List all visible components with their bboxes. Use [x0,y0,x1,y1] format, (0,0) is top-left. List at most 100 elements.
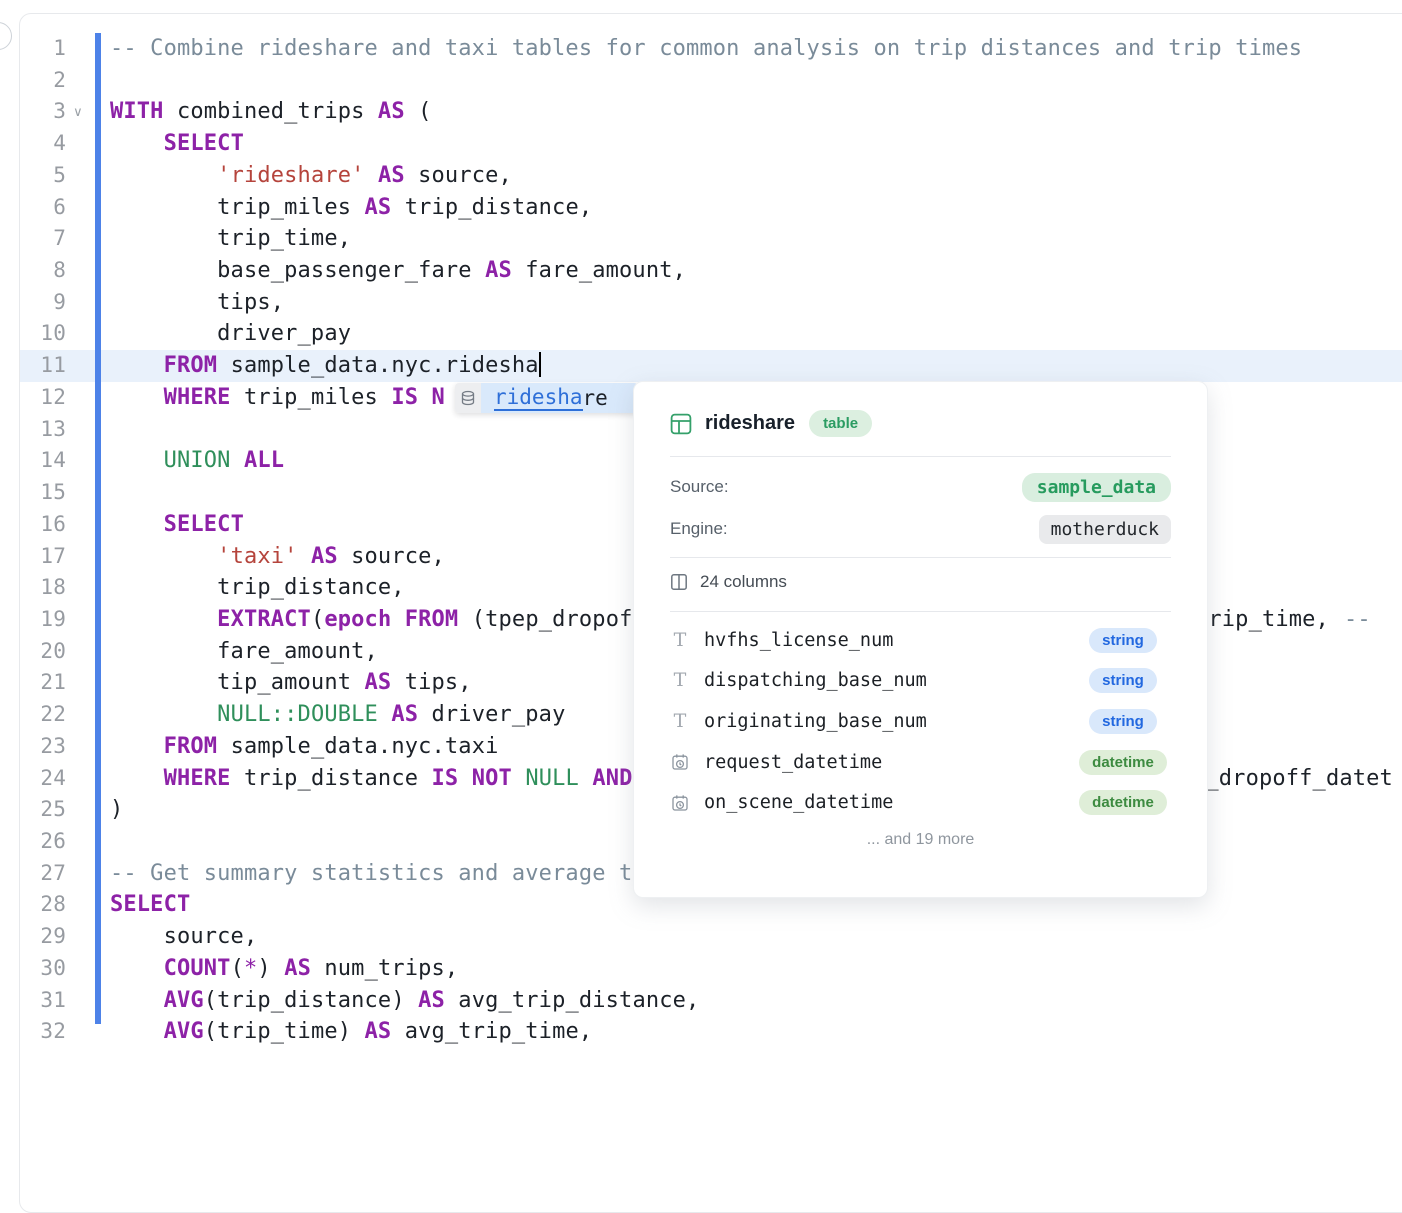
text-type-icon: T [670,631,690,650]
line-number: 8 [20,255,66,287]
fold-gutter [66,318,90,350]
code-text: source, [90,921,1402,953]
fold-gutter [66,255,90,287]
line-number: 7 [20,223,66,255]
table-name-title: rideshare [705,412,795,435]
autocomplete-match-text: ridesha [494,385,583,411]
fold-gutter [66,65,90,97]
code-text: driver_pay [90,318,1402,350]
columns-count-label: 24 columns [700,572,787,592]
line-number: 12 [20,382,66,414]
fold-gutter [66,858,90,890]
line-number: 13 [20,414,66,446]
code-line[interactable]: 31 AVG(trip_distance) AS avg_trip_distan… [20,985,1402,1017]
code-line[interactable]: 1 -- Combine rideshare and taxi tables fo… [20,33,1402,65]
type-pill: string [1089,668,1157,693]
code-line[interactable]: 4 SELECT [20,128,1402,160]
engine-row: Engine: motherduck [670,508,1171,550]
database-icon [455,383,481,413]
line-number: 27 [20,858,66,890]
autocomplete-rest-text: re [583,386,608,410]
code-text: 'rideshare' AS source, [90,160,1402,192]
column-row: T hvfhs_license_num string [670,620,1171,661]
fold-gutter [66,350,90,382]
line-number: 14 [20,445,66,477]
fold-gutter [66,889,90,921]
fold-gutter [66,636,90,668]
line-number: 4 [20,128,66,160]
code-line[interactable]: 2 [20,65,1402,97]
source-label: Source: [670,477,729,497]
line-number: 19 [20,604,66,636]
fold-gutter [66,604,90,636]
code-text: trip_time, [90,223,1402,255]
more-columns-label: ... and 19 more [670,831,1171,849]
code-line[interactable]: 8 base_passenger_fare AS fare_amount, [20,255,1402,287]
fold-gutter [66,731,90,763]
code-line[interactable]: 3∨WITH combined_trips AS ( [20,96,1402,128]
line-number: 15 [20,477,66,509]
engine-label: Engine: [670,519,728,539]
column-row: T originating_base_num string [670,701,1171,742]
engine-value-badge: motherduck [1039,515,1171,544]
type-pill: string [1089,628,1157,653]
fold-gutter [66,667,90,699]
code-text: FROM sample_data.nyc.ridesha [90,350,1402,382]
line-number: 2 [20,65,66,97]
code-text: AVG(trip_time) AS avg_trip_time, [90,1016,1402,1048]
code-text: AVG(trip_distance) AS avg_trip_distance, [90,985,1402,1017]
autocomplete-item-rideshare[interactable]: rideshare [481,383,638,413]
fold-gutter [66,763,90,795]
active-cell-indicator [95,33,101,1024]
fold-gutter [66,33,90,65]
collapse-handle[interactable] [0,22,12,50]
code-line[interactable]: 10 driver_pay [20,318,1402,350]
table-icon [670,413,692,435]
column-row: T dispatching_base_num string [670,661,1171,702]
fold-gutter [66,572,90,604]
line-number: 29 [20,921,66,953]
code-line[interactable]: 32 AVG(trip_time) AS avg_trip_time, [20,1016,1402,1048]
code-text: WITH combined_trips AS ( [90,96,1402,128]
fold-gutter [66,921,90,953]
line-number: 24 [20,763,66,795]
line-number: 18 [20,572,66,604]
fold-gutter [66,445,90,477]
code-line[interactable]: 7 trip_time, [20,223,1402,255]
code-line[interactable]: 5 'rideshare' AS source, [20,160,1402,192]
line-number: 5 [20,160,66,192]
line-number: 1 [20,33,66,65]
fold-gutter [66,382,90,414]
line-number: 16 [20,509,66,541]
column-row: on_scene_datetime datetime [670,782,1171,823]
code-text: -- Combine rideshare and taxi tables for… [90,33,1402,65]
fold-gutter [66,985,90,1017]
autocomplete-popup: rideshare [455,383,638,413]
code-text [90,65,1402,97]
fold-chevron-icon[interactable]: ∨ [66,96,90,128]
code-line[interactable]: 6 trip_miles AS trip_distance, [20,192,1402,224]
line-number: 21 [20,667,66,699]
line-number: 20 [20,636,66,668]
code-line[interactable]: 29 source, [20,921,1402,953]
fold-gutter [66,128,90,160]
code-line[interactable]: 11 FROM sample_data.nyc.ridesha [20,350,1402,382]
line-number: 26 [20,826,66,858]
fold-gutter [66,414,90,446]
text-cursor [539,352,541,377]
source-row: Source: sample_data [670,466,1171,508]
datetime-type-icon [670,794,690,812]
fold-gutter [66,541,90,573]
table-info-popover: rideshare table Source: sample_data Engi… [633,381,1208,898]
line-number: 6 [20,192,66,224]
line-number: 31 [20,985,66,1017]
fold-gutter [66,192,90,224]
code-text: SELECT [90,128,1402,160]
table-type-badge: table [809,410,872,437]
column-row: request_datetime datetime [670,742,1171,783]
datetime-type-icon [670,753,690,771]
code-line[interactable]: 9 tips, [20,287,1402,319]
line-number: 3 [20,96,66,128]
code-line[interactable]: 30 COUNT(*) AS num_trips, [20,953,1402,985]
line-number: 30 [20,953,66,985]
